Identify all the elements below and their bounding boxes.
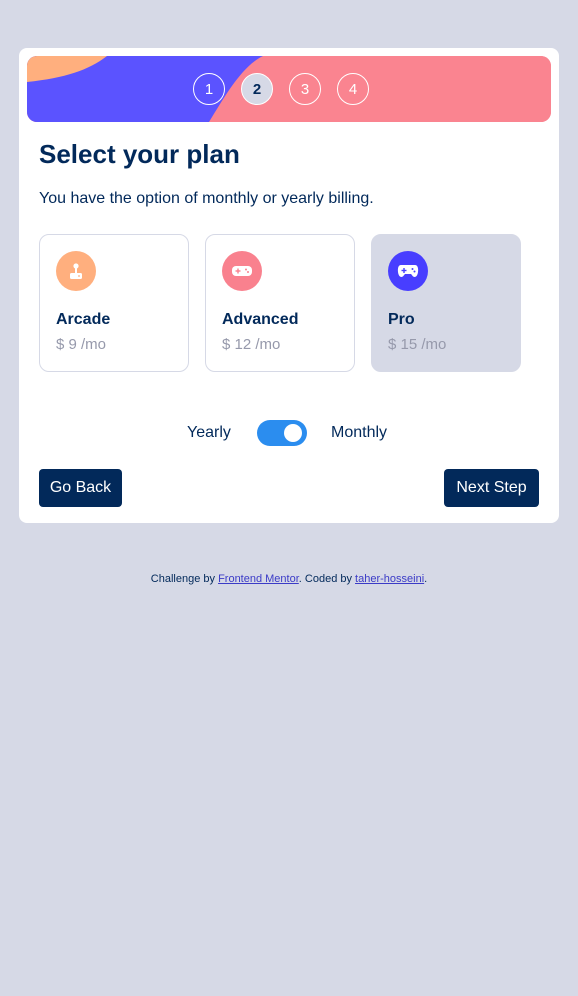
plan-price: $ 9 /mo [56,336,107,353]
plan-price: $ 12 /mo [222,336,281,353]
page-title: Select your plan [39,139,240,169]
frontend-mentor-link[interactable]: Frontend Mentor [218,573,299,585]
step-4-button[interactable]: 4 [337,73,369,105]
gamepad-icon [222,251,262,291]
plan-name: Advanced [222,311,299,328]
controller-icon [388,251,428,291]
plan-card-advanced[interactable]: Advanced $ 12 /mo [205,234,355,372]
billing-toggle-row: Yearly Monthly [19,420,559,446]
form-card: 1 2 3 4 Select your plan You have the op… [19,48,559,523]
next-step-button[interactable]: Next Step [444,469,539,507]
step-banner: 1 2 3 4 [27,56,551,122]
step-3-button[interactable]: 3 [289,73,321,105]
plan-card-pro[interactable]: Pro $ 15 /mo [371,234,521,372]
plan-name: Arcade [56,311,111,328]
attribution: Challenge by Frontend Mentor. Coded by t… [0,573,578,585]
go-back-button[interactable]: Go Back [39,469,122,507]
monthly-label: Monthly [331,424,388,441]
yearly-label: Yearly [187,424,231,441]
billing-toggle-switch[interactable] [257,420,307,446]
joystick-icon [56,251,96,291]
step-2-button[interactable]: 2 [241,73,273,105]
toggle-knob [284,424,302,442]
page-subtitle: You have the option of monthly or yearly… [39,190,374,207]
plan-name: Pro [388,311,415,328]
attribution-suffix: . [424,573,428,585]
plan-card-arcade[interactable]: Arcade $ 9 /mo [39,234,189,372]
author-link[interactable]: taher-hosseini [355,573,424,585]
attribution-prefix: Challenge by [150,573,219,585]
step-1-button[interactable]: 1 [193,73,225,105]
plan-price: $ 15 /mo [388,336,447,353]
step-indicator: 1 2 3 4 [193,73,369,105]
attribution-middle: . Coded by [298,573,356,585]
